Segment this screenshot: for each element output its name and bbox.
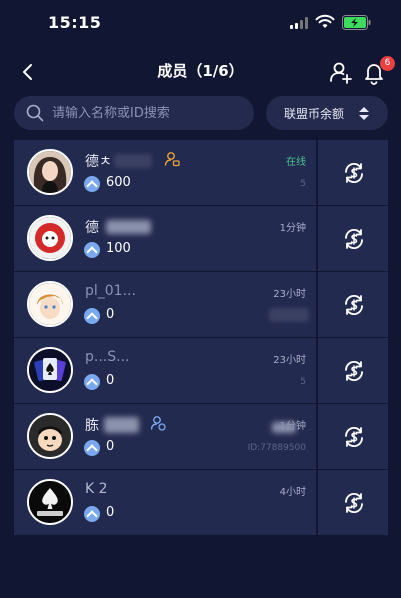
wifi-icon	[315, 14, 335, 28]
avatar	[27, 149, 73, 195]
coin-exchange-icon	[345, 492, 363, 514]
member-id: 5	[300, 179, 306, 189]
battery-icon	[342, 15, 371, 30]
member-row[interactable]: 德 100 1分钟	[14, 206, 388, 271]
last-seen: 1分钟	[279, 223, 306, 234]
transfer-coin-button[interactable]	[318, 140, 388, 205]
coin-icon	[84, 308, 100, 324]
coin-exchange-icon	[345, 426, 363, 448]
coin-balance: 0	[106, 373, 115, 388]
admin-role-icon	[164, 152, 180, 167]
coin-balance: 600	[106, 175, 131, 190]
sort-label: 联盟币余额	[284, 107, 345, 121]
sort-toggle-icon	[359, 107, 369, 120]
member-info[interactable]: K 2 0 4小时	[14, 470, 316, 535]
member-info[interactable]: 胨 0 1分钟 ID:77889500	[14, 404, 316, 469]
member-id: 5	[300, 377, 306, 387]
coin-exchange-icon	[345, 294, 363, 316]
coin-exchange-icon	[345, 162, 363, 184]
last-seen: 4小时	[279, 487, 306, 498]
member-info[interactable]: pl_01... 0 23小时	[14, 272, 316, 337]
member-list: 德ㅊ 600 在线 5 德 100 1分钟 pl_01... 0 23小时 p.…	[14, 140, 388, 536]
transfer-coin-button[interactable]	[318, 404, 388, 469]
manager-role-icon	[150, 416, 166, 431]
masked-text	[272, 422, 296, 433]
avatar	[27, 281, 73, 327]
coin-exchange-icon	[345, 228, 363, 250]
search-box	[14, 96, 254, 130]
member-row[interactable]: 德ㅊ 600 在线 5	[14, 140, 388, 205]
member-id: ID:77889500	[247, 443, 306, 453]
coin-balance: 0	[106, 439, 115, 454]
transfer-coin-button[interactable]	[318, 470, 388, 535]
member-row[interactable]: 胨 0 1分钟 ID:77889500	[14, 404, 388, 469]
member-row[interactable]: pl_01... 0 23小时	[14, 272, 388, 337]
coin-icon	[84, 176, 100, 192]
transfer-coin-button[interactable]	[318, 338, 388, 403]
member-info[interactable]: 德ㅊ 600 在线 5	[14, 140, 316, 205]
member-name: 胨	[85, 418, 99, 434]
coin-balance: 100	[106, 241, 131, 256]
member-info[interactable]: 德 100 1分钟	[14, 206, 316, 271]
masked-text	[104, 417, 139, 433]
member-name: 德	[85, 220, 99, 236]
member-info[interactable]: p...S... 0 23小时 5	[14, 338, 316, 403]
coin-icon	[84, 374, 100, 390]
transfer-coin-button[interactable]	[318, 206, 388, 271]
member-row[interactable]: K 2 0 4小时	[14, 470, 388, 535]
signal-icon	[290, 17, 310, 29]
avatar	[27, 347, 73, 393]
search-input[interactable]	[52, 96, 247, 130]
coin-exchange-icon	[345, 360, 363, 382]
status-bar: 15:15	[0, 0, 401, 48]
online-status: 在线	[286, 157, 306, 168]
avatar	[27, 215, 73, 261]
sort-balance-button[interactable]: 联盟币余额	[266, 96, 388, 130]
coin-balance: 0	[106, 505, 115, 520]
last-seen: 23小时	[273, 355, 306, 366]
member-name: 德ㅊ	[85, 154, 112, 170]
member-name: p...S...	[85, 349, 130, 365]
last-seen: 23小时	[273, 289, 306, 300]
status-time: 15:15	[48, 13, 102, 32]
member-name: K 2	[85, 481, 108, 497]
masked-text	[269, 308, 309, 322]
coin-balance: 0	[106, 307, 115, 322]
add-user-icon[interactable]	[327, 58, 355, 86]
avatar	[27, 479, 73, 525]
coin-icon	[84, 242, 100, 258]
notification-badge: 6	[380, 56, 395, 71]
coin-icon	[84, 440, 100, 456]
member-row[interactable]: p...S... 0 23小时 5	[14, 338, 388, 403]
masked-text	[106, 220, 151, 234]
member-name: pl_01...	[85, 283, 136, 299]
nav-header: 成员（1/6）	[0, 52, 401, 92]
masked-text	[114, 154, 152, 168]
coin-icon	[84, 506, 100, 522]
avatar	[27, 413, 73, 459]
transfer-coin-button[interactable]	[318, 272, 388, 337]
search-icon	[26, 104, 44, 122]
